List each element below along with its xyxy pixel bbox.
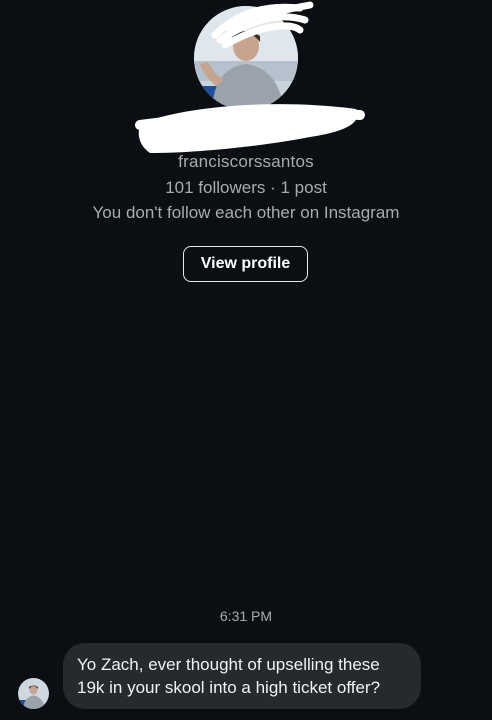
- sender-photo-icon: [18, 678, 49, 709]
- sender-avatar[interactable]: [18, 678, 49, 709]
- message-text-line: Yo Zach, ever thought of upselling these: [77, 655, 380, 674]
- message-text-line: 19k in your skool into a high ticket off…: [77, 678, 381, 697]
- follower-stats: 101 followers · 1 post: [165, 178, 327, 197]
- follow-relation: You don't follow each other on Instagram: [92, 203, 400, 222]
- view-profile-button[interactable]: View profile: [183, 246, 308, 282]
- username: franciscorssantos: [178, 152, 314, 171]
- message-timestamp: 6:31 PM: [219, 608, 273, 624]
- message-bubble[interactable]: Yo Zach, ever thought of upselling these…: [63, 643, 421, 709]
- redaction-scribble: [211, 1, 314, 49]
